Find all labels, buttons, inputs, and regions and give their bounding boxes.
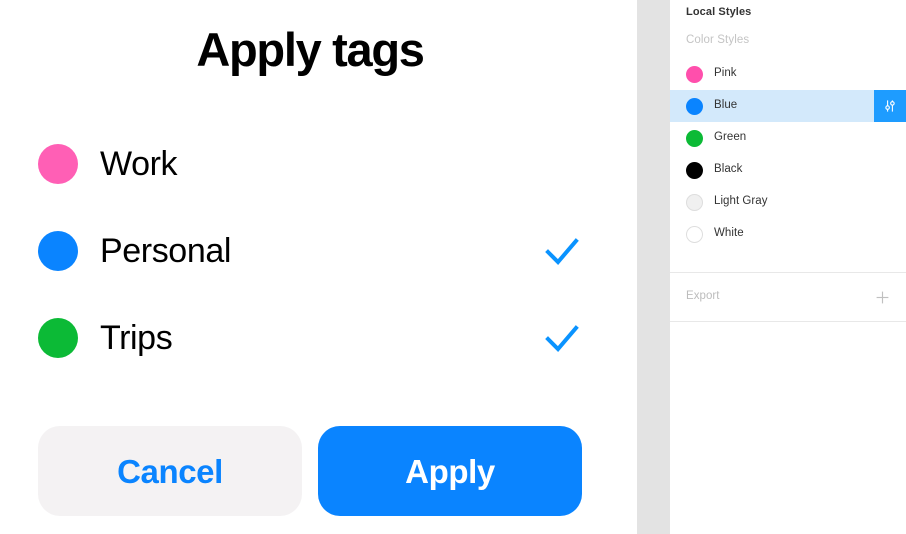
dialog-button-bar: Cancel Apply (0, 426, 620, 516)
check-icon[interactable] (542, 231, 582, 271)
tag-color-dot (38, 143, 78, 184)
tag-color-dot (38, 317, 78, 358)
style-row-white[interactable]: White (670, 218, 906, 250)
style-name: Green (714, 131, 747, 144)
color-swatch (686, 161, 703, 179)
style-name: Black (714, 163, 743, 176)
style-row-green[interactable]: Green (670, 122, 906, 154)
tag-label: Work (100, 144, 178, 183)
inspector-panel: Local Styles Color Styles Pink Blue Gree… (670, 0, 906, 534)
page-title: Apply tags (196, 23, 425, 76)
color-swatch (686, 97, 703, 115)
design-canvas: Apply tags Work Personal Trips Cancel Ap… (0, 0, 637, 534)
color-swatch (686, 225, 703, 243)
sliders-icon (885, 100, 895, 112)
style-name: Blue (714, 99, 738, 112)
canvas-gutter (637, 0, 670, 534)
style-name: Light Gray (714, 195, 768, 208)
color-swatch (686, 193, 703, 211)
app-root: Apply tags Work Personal Trips Cancel Ap… (0, 0, 906, 534)
tag-list: Work Personal Trips (0, 120, 620, 381)
tag-row[interactable]: Trips (0, 294, 620, 381)
style-row-black[interactable]: Black (670, 154, 906, 186)
color-styles-section-label: Color Styles (686, 34, 750, 46)
tag-label: Personal (100, 231, 231, 270)
plus-icon (876, 291, 888, 303)
tag-row[interactable]: Personal (0, 207, 620, 294)
check-icon[interactable] (542, 318, 582, 358)
style-row-light-gray[interactable]: Light Gray (670, 186, 906, 218)
tag-row[interactable]: Work (0, 120, 620, 207)
export-label: Export (686, 290, 720, 303)
color-style-list: Pink Blue Green Black Light Gray White (670, 58, 906, 250)
style-name: White (714, 227, 744, 240)
export-section: Export (670, 273, 906, 321)
panel-title: Local Styles (686, 6, 752, 18)
style-name: Pink (714, 67, 737, 80)
apply-button[interactable]: Apply (318, 426, 582, 516)
color-swatch (686, 65, 703, 83)
tag-color-dot (38, 230, 78, 271)
style-row-blue[interactable]: Blue (670, 90, 906, 122)
tag-label: Trips (100, 318, 173, 357)
cancel-button[interactable]: Cancel (38, 426, 302, 516)
style-row-pink[interactable]: Pink (670, 58, 906, 90)
color-swatch (686, 129, 703, 147)
panel-divider (670, 321, 906, 322)
add-export-button[interactable] (870, 285, 894, 309)
sliders-icon-button[interactable] (874, 90, 906, 122)
